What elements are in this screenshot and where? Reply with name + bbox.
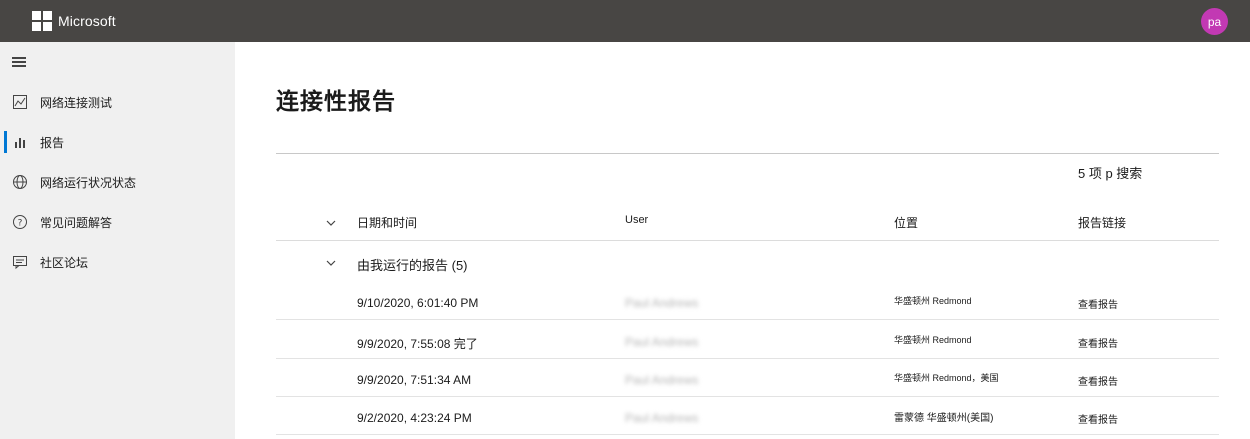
chevron-down-icon[interactable] [326,258,336,268]
column-header-link[interactable]: 报告链接 [1078,214,1126,231]
chevron-down-icon[interactable] [326,218,336,228]
row-location: 华盛顿州 Redmond [894,296,972,306]
avatar[interactable]: pa [1201,8,1228,35]
row-user: Paul Andrews [625,411,699,425]
table-row[interactable]: 9/9/2020, 7:55:08 完了 Paul Andrews 华盛顿州 R… [276,321,1219,359]
bar-chart-icon [15,138,25,148]
sidebar-item-label: 报告 [40,135,65,150]
table-row[interactable]: 9/10/2020, 6:01:40 PM Paul Andrews 华盛顿州 … [276,282,1219,320]
header-divider [276,240,1219,241]
row-user: Paul Andrews [625,296,699,310]
column-header-user[interactable]: User [625,214,648,226]
view-report-link[interactable]: 查看报告 [1078,411,1118,426]
row-date: 9/10/2020, 6:01:40 PM [357,296,479,310]
hamburger-menu-icon[interactable] [12,57,26,67]
sidebar-item-network-health[interactable]: 网络运行状况状态 [0,162,235,202]
table-row[interactable]: 9/9/2020, 7:51:34 AM Paul Andrews 华盛顿州 R… [276,359,1219,397]
sidebar-item-faq[interactable]: ? 常见问题解答 [0,202,235,242]
row-location: 华盛顿州 Redmond，美国 [894,373,999,383]
brand-name: Microsoft [58,13,116,29]
group-header[interactable]: 由我运行的报告 (5) [357,255,468,274]
sidebar-item-community[interactable]: 社区论坛 [0,242,235,282]
row-date: 9/9/2020, 7:51:34 AM [357,373,472,387]
sidebar-item-label: 网络连接测试 [40,95,113,110]
view-report-link[interactable]: 查看报告 [1078,373,1118,388]
table-row[interactable]: 9/2/2020, 4:23:24 PM Paul Andrews 雷蒙德 华盛… [276,397,1219,435]
column-header-date[interactable]: 日期和时间 [357,214,417,231]
search-summary[interactable]: 5 项 p 搜索 [1078,163,1142,182]
sidebar-item-connectivity-test[interactable]: 网络连接测试 [0,82,235,122]
row-user: Paul Andrews [625,335,699,349]
row-date: 9/9/2020, 7:55:08 完了 [357,337,478,351]
divider [276,153,1219,154]
sidebar-item-label: 常见问题解答 [40,215,113,230]
top-bar: Microsoft pa [0,0,1250,42]
sidebar-item-reports[interactable]: 报告 [0,122,235,162]
row-user: Paul Andrews [625,373,699,387]
row-location: 雷蒙德 华盛顿州(美国) [894,413,994,424]
sidebar-item-label: 社区论坛 [40,255,89,270]
active-indicator [4,131,7,153]
svg-text:?: ? [18,219,23,229]
windows-logo-icon [32,11,52,31]
microsoft-logo[interactable]: Microsoft [32,11,116,31]
row-date: 9/2/2020, 4:23:24 PM [357,411,472,425]
row-location: 华盛顿州 Redmond [894,335,972,345]
page-title: 连接性报告 [276,88,396,114]
chart-line-icon [13,95,27,109]
column-header-location[interactable]: 位置 [894,214,918,231]
sidebar-item-label: 网络运行状况状态 [40,175,137,190]
globe-network-icon [13,175,27,189]
sidebar: 网络连接测试 报告 网络运行状况状态 ? 常见问题解答 社区论坛 [0,42,235,439]
comment-icon [13,256,27,270]
view-report-link[interactable]: 查看报告 [1078,296,1118,311]
help-circle-icon: ? [13,215,27,229]
main-content: 连接性报告 5 项 p 搜索 日期和时间 User 位置 报告链接 由我运行的报… [235,42,1250,439]
view-report-link[interactable]: 查看报告 [1078,335,1118,350]
